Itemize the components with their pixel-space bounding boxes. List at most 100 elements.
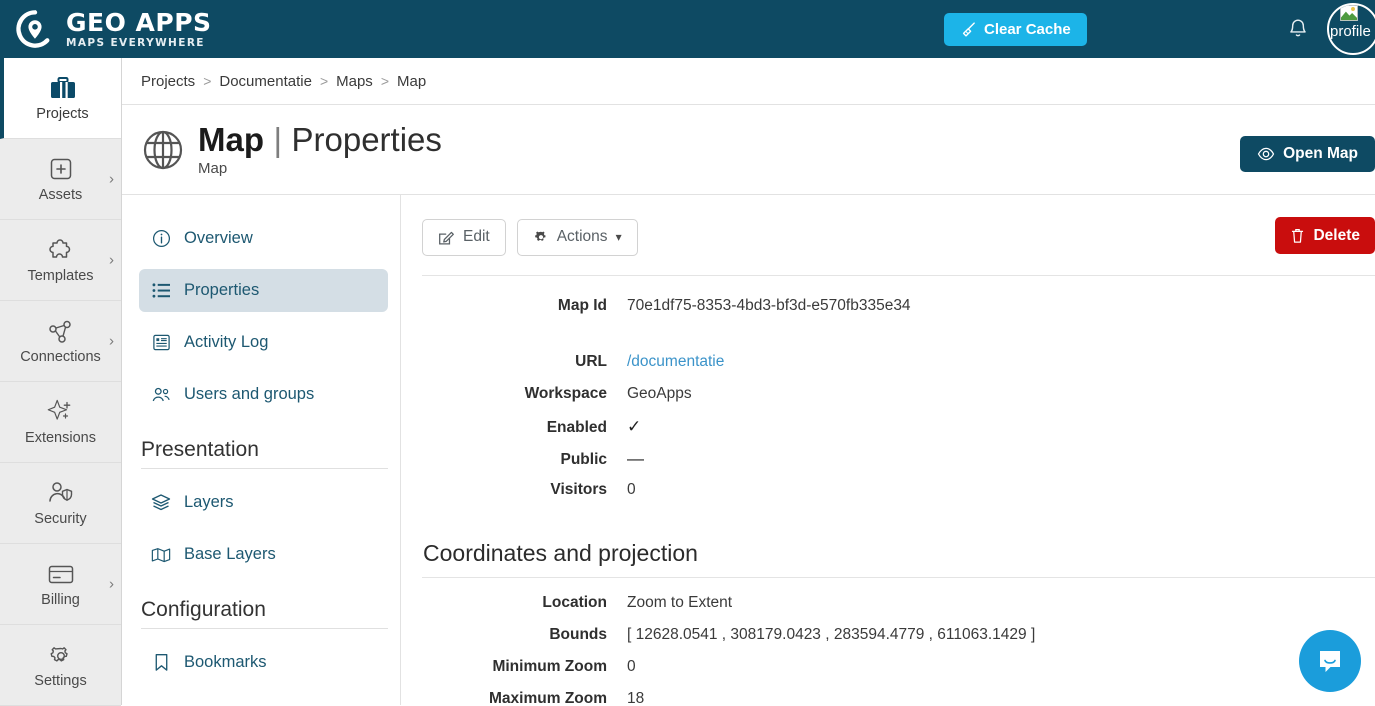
- chevron-right-icon: ›: [109, 172, 114, 187]
- nav-item-bookmarks[interactable]: Bookmarks: [139, 641, 388, 684]
- avatar[interactable]: profile: [1327, 3, 1375, 55]
- sidebar-item-extensions[interactable]: Extensions: [0, 382, 121, 463]
- property-row-map-id: Map Id 70e1df75-8353-4bd3-bf3d-e570fb335…: [422, 297, 1375, 329]
- divider: [141, 468, 388, 469]
- open-map-button[interactable]: Open Map: [1240, 136, 1375, 172]
- page-title-separator: |: [273, 121, 282, 158]
- property-row-url: URL /documentatie: [422, 353, 1375, 385]
- sidebar-label-projects: Projects: [36, 106, 88, 122]
- divider: [141, 628, 388, 629]
- open-map-label: Open Map: [1283, 145, 1358, 163]
- sidebar-item-templates[interactable]: Templates ›: [0, 220, 121, 301]
- property-value-link[interactable]: /documentatie: [627, 353, 724, 371]
- gear-icon: [47, 641, 75, 671]
- sidebar-item-assets[interactable]: Assets ›: [0, 139, 121, 220]
- property-key: Workspace: [422, 385, 627, 403]
- edit-button[interactable]: Edit: [422, 219, 506, 256]
- nav-section-presentation: Presentation: [141, 438, 388, 462]
- brand-logo[interactable]: GEO APPS MAPS EVERYWHERE: [0, 8, 212, 50]
- chevron-right-icon: ›: [109, 577, 114, 592]
- actions-label: Actions: [557, 228, 608, 246]
- nav-label-layers: Layers: [184, 493, 234, 512]
- sidebar-label-connections: Connections: [20, 349, 101, 365]
- secondary-nav: Overview Properties Activity Log: [122, 195, 401, 705]
- nodes-icon: [46, 317, 76, 347]
- broom-icon: [960, 21, 977, 38]
- property-key: Map Id: [422, 297, 627, 315]
- map-icon: [151, 546, 171, 564]
- breadcrumb-item-projects[interactable]: Projects: [141, 73, 195, 90]
- breadcrumb-item-map: Map: [397, 73, 426, 90]
- property-key: Minimum Zoom: [422, 658, 627, 676]
- sidebar-item-security[interactable]: Security: [0, 463, 121, 544]
- primary-sidebar: Projects Assets › Templates ›: [0, 58, 122, 705]
- property-row-workspace: Workspace GeoApps: [422, 385, 1375, 417]
- breadcrumb-item-maps[interactable]: Maps: [336, 73, 373, 90]
- property-row-bounds: Bounds [ 12628.0541 , 308179.0423 , 2835…: [422, 626, 1375, 658]
- property-key: Enabled: [422, 419, 627, 437]
- chevron-down-icon: ▾: [616, 230, 622, 244]
- notifications-button[interactable]: [1286, 17, 1310, 41]
- plus-box-icon: [47, 155, 75, 185]
- puzzle-icon: [46, 236, 76, 266]
- eye-icon: [1257, 145, 1275, 163]
- sidebar-item-projects[interactable]: Projects: [0, 58, 121, 139]
- chevron-right-icon: ›: [109, 253, 114, 268]
- property-value: 18: [627, 690, 644, 705]
- page-title-primary: Map: [198, 121, 264, 158]
- nav-item-activity-log[interactable]: Activity Log: [139, 321, 388, 364]
- property-value: 70e1df75-8353-4bd3-bf3d-e570fb335e34: [627, 297, 911, 315]
- globe-icon: [140, 127, 186, 173]
- nav-item-layers[interactable]: Layers: [139, 481, 388, 524]
- credit-card-icon: [46, 560, 76, 590]
- nav-label-bookmarks: Bookmarks: [184, 653, 267, 672]
- breadcrumb-separator: >: [381, 73, 389, 89]
- chat-launcher-button[interactable]: [1299, 630, 1361, 692]
- properties-list: Map Id 70e1df75-8353-4bd3-bf3d-e570fb335…: [422, 297, 1375, 513]
- property-value-dash: —: [627, 449, 644, 469]
- breadcrumb-item-documentatie[interactable]: Documentatie: [219, 73, 312, 90]
- log-icon: [151, 333, 171, 352]
- nav-label-properties: Properties: [184, 281, 259, 300]
- geo-apps-pin-logo-icon: [14, 8, 56, 50]
- sidebar-label-settings: Settings: [34, 673, 86, 689]
- sparkle-icon: [46, 398, 76, 428]
- nav-item-base-layers[interactable]: Base Layers: [139, 533, 388, 576]
- property-key: URL: [422, 353, 627, 371]
- property-key: Maximum Zoom: [422, 690, 627, 705]
- section-title-coordinates: Coordinates and projection: [423, 540, 1375, 567]
- property-row-maximum-zoom: Maximum Zoom 18: [422, 690, 1375, 705]
- brand-subtitle: MAPS EVERYWHERE: [66, 38, 212, 49]
- coordinates-list: Location Zoom to Extent Bounds [ 12628.0…: [422, 594, 1375, 705]
- page-title-secondary: Properties: [291, 121, 441, 158]
- user-shield-icon: [46, 479, 76, 509]
- nav-section-configuration: Configuration: [141, 598, 388, 622]
- nav-label-overview: Overview: [184, 229, 253, 248]
- property-value: GeoApps: [627, 385, 692, 403]
- page-title-bar: Map | Properties Map Open Map: [122, 105, 1375, 195]
- clear-cache-button[interactable]: Clear Cache: [944, 13, 1087, 46]
- chat-bubble-icon: [1315, 646, 1345, 676]
- content-toolbar: Edit Actions ▾ Delete: [422, 217, 1375, 257]
- property-row-visitors: Visitors 0: [422, 481, 1375, 513]
- breadcrumb-separator: >: [320, 73, 328, 89]
- actions-dropdown-button[interactable]: Actions ▾: [517, 219, 638, 256]
- delete-button[interactable]: Delete: [1275, 217, 1375, 254]
- breadcrumb-separator: >: [203, 73, 211, 89]
- brand-title: GEO APPS: [66, 10, 212, 35]
- users-icon: [151, 386, 171, 404]
- sidebar-label-billing: Billing: [41, 592, 80, 608]
- sidebar-label-extensions: Extensions: [25, 430, 96, 446]
- property-row-enabled: Enabled ✓: [422, 417, 1375, 449]
- nav-item-users-and-groups[interactable]: Users and groups: [139, 373, 388, 416]
- sidebar-item-billing[interactable]: Billing ›: [0, 544, 121, 625]
- sidebar-item-settings[interactable]: Settings: [0, 625, 121, 706]
- property-key: Location: [422, 594, 627, 612]
- sidebar-label-security: Security: [34, 511, 86, 527]
- clear-cache-label: Clear Cache: [984, 21, 1071, 38]
- property-row-minimum-zoom: Minimum Zoom 0: [422, 658, 1375, 690]
- nav-item-overview[interactable]: Overview: [139, 217, 388, 260]
- nav-item-properties[interactable]: Properties: [139, 269, 388, 312]
- broken-image-icon: [1340, 5, 1358, 21]
- sidebar-item-connections[interactable]: Connections ›: [0, 301, 121, 382]
